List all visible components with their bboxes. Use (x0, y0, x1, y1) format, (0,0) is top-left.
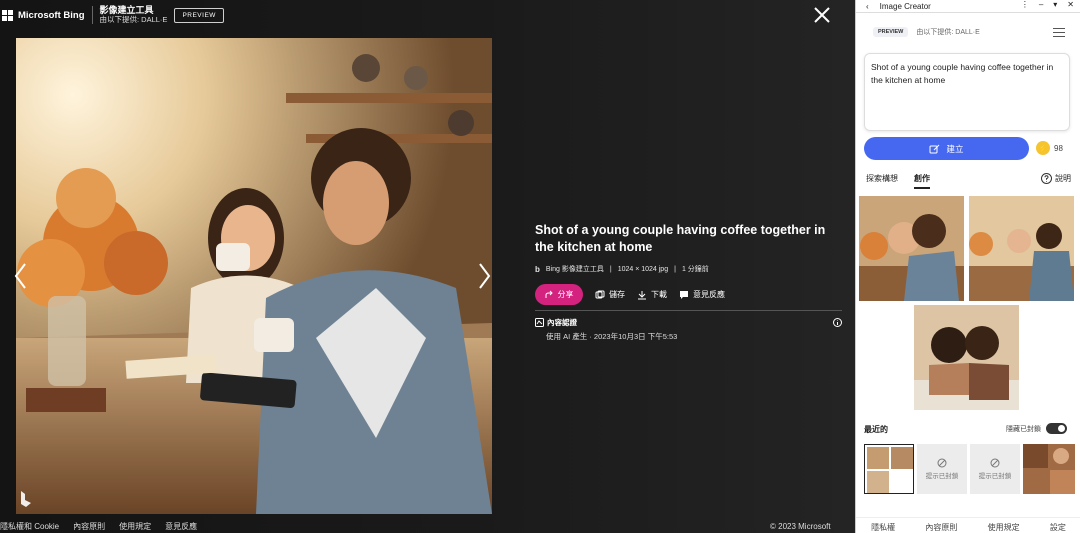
share-button[interactable]: 分享 (535, 284, 583, 305)
divider (91, 6, 93, 24)
hide-blocked-toggle[interactable] (1046, 423, 1067, 434)
create-label: 建立 (946, 143, 964, 154)
tab-creations[interactable]: 創作 (914, 173, 930, 189)
credentials-label: 內容認證 (547, 318, 577, 327)
close-panel-icon[interactable]: ✕ (1067, 0, 1074, 9)
blocked-icon (937, 458, 947, 468)
panel-tabs: 探索構想 創作 說明 (866, 173, 1071, 189)
content-policy-link[interactable]: 內容原則 (73, 521, 105, 532)
help-label: 說明 (1055, 174, 1071, 183)
more-options-icon[interactable]: ⋮ (1021, 0, 1029, 9)
action-bar: 分享 儲存 下載 意見反應 (535, 284, 845, 305)
create-icon (929, 144, 940, 153)
credentials-icon (535, 318, 544, 327)
image-creator-panel: ‹ Image Creator ⋮ – ▾ ✕ PREVIEW 由以下提供: D… (855, 0, 1080, 533)
credentials-detail: 使用 AI 產生 · 2023年10月3日 下午5:53 (546, 332, 678, 341)
panel-header: ‹ Image Creator ⋮ – ▾ ✕ (856, 0, 1080, 13)
hide-blocked-label: 隱藏已封鎖 (1006, 426, 1041, 433)
panel-footer: 隱私權 內容原則 使用規定 設定 (856, 517, 1080, 533)
create-button[interactable]: 建立 (864, 137, 1029, 160)
recent-thumbnail-selected[interactable] (864, 444, 914, 494)
preview-badge: PREVIEW (174, 7, 224, 23)
help-button[interactable]: 說明 (1041, 173, 1071, 184)
info-icon[interactable] (833, 318, 842, 327)
divider (535, 310, 842, 311)
meta-separator: | (674, 265, 676, 273)
tool-subtitle: 由以下提供: DALL·E (99, 15, 168, 25)
bing-watermark-icon (21, 491, 31, 507)
minimize-icon[interactable]: – (1039, 0, 1043, 9)
tool-title: 影像建立工具 (99, 5, 154, 16)
recent-thumbnail-blocked[interactable]: 提示已封鎖 (917, 444, 967, 494)
blocked-label: 提示已封鎖 (978, 473, 1012, 480)
share-label: 分享 (557, 290, 574, 299)
tool-title-block: 影像建立工具 由以下提供: DALL·E (100, 6, 168, 24)
blocked-icon (990, 458, 1000, 468)
page-footer: 隱私權和 Cookie 內容原則 使用規定 意見反應 © 2023 Micros… (0, 519, 855, 533)
next-image-icon[interactable] (478, 262, 492, 290)
back-icon[interactable]: ‹ (866, 2, 869, 11)
image-time: 1 分鐘前 (681, 266, 709, 273)
top-bar: Microsoft Bing 影像建立工具 由以下提供: DALL·E PREV… (0, 0, 855, 30)
download-icon (638, 290, 646, 299)
copyright: © 2023 Microsoft (770, 521, 831, 531)
feedback-label: 意見反應 (693, 290, 725, 299)
app-root: Microsoft Bing 影像建立工具 由以下提供: DALL·E PREV… (0, 0, 1080, 533)
generated-image (16, 38, 492, 514)
provider-label: 由以下提供: DALL·E (916, 29, 980, 36)
image-meta: b Bing 影像建立工具 | 1024 × 1024 jpg | 1 分鐘前 (535, 264, 845, 274)
tab-explore[interactable]: 探索構想 (866, 173, 898, 189)
download-label: 下載 (651, 290, 667, 299)
close-icon[interactable] (811, 4, 833, 26)
creation-thumbnail[interactable] (914, 305, 1019, 410)
save-label: 儲存 (609, 290, 625, 299)
microsoft-logo-icon (2, 9, 13, 21)
boost-counter[interactable]: ⚡ 98 (1036, 141, 1063, 155)
feedback-button[interactable]: 意見反應 (679, 289, 725, 300)
preview-badge: PREVIEW (873, 27, 909, 37)
pin-icon[interactable]: ▾ (1053, 0, 1057, 9)
creation-thumbnail[interactable] (969, 196, 1074, 301)
boost-icon: ⚡ (1036, 141, 1050, 155)
help-icon (1041, 173, 1052, 184)
feedback-icon (680, 290, 688, 299)
menu-icon[interactable] (1053, 28, 1065, 40)
blocked-label: 提示已封鎖 (925, 473, 959, 480)
privacy-link[interactable]: 隱私權 (871, 522, 895, 533)
previous-image-icon[interactable] (13, 262, 27, 290)
image-source: Bing 影像建立工具 (545, 266, 604, 273)
recent-heading: 最近的 (864, 425, 888, 434)
image-title: Shot of a young couple having coffee tog… (535, 223, 826, 254)
panel-subheader: PREVIEW 由以下提供: DALL·E (873, 27, 980, 37)
terms-link[interactable]: 使用規定 (988, 522, 1020, 533)
prompt-input[interactable]: Shot of a young couple having coffee tog… (864, 53, 1070, 131)
feedback-link[interactable]: 意見反應 (165, 521, 197, 532)
image-info: Shot of a young couple having coffee tog… (535, 222, 845, 305)
brand-name[interactable]: Microsoft Bing (18, 10, 85, 21)
download-button[interactable]: 下載 (637, 289, 667, 300)
recent-thumbnail[interactable] (1023, 444, 1075, 494)
bing-icon: b (535, 264, 540, 274)
meta-separator: | (609, 265, 612, 273)
boost-count: 98 (1054, 143, 1063, 153)
image-dimensions: 1024 × 1024 jpg (617, 265, 669, 273)
window-controls: ⋮ – ▾ ✕ (1021, 0, 1074, 9)
image-viewer: Microsoft Bing 影像建立工具 由以下提供: DALL·E PREV… (0, 0, 855, 533)
recent-thumbnail-blocked[interactable]: 提示已封鎖 (970, 444, 1020, 494)
privacy-link[interactable]: 隱私權和 Cookie (0, 521, 59, 532)
content-credentials: 內容認證 使用 AI 產生 · 2023年10月3日 下午5:53 (535, 317, 842, 342)
panel-title: Image Creator (879, 1, 931, 11)
share-icon (545, 290, 553, 298)
settings-link[interactable]: 設定 (1050, 522, 1066, 533)
content-policy-link[interactable]: 內容原則 (925, 522, 957, 533)
creation-thumbnail[interactable] (859, 196, 964, 301)
save-button[interactable]: 儲存 (595, 289, 625, 300)
terms-link[interactable]: 使用規定 (119, 521, 151, 532)
save-icon (595, 290, 605, 298)
